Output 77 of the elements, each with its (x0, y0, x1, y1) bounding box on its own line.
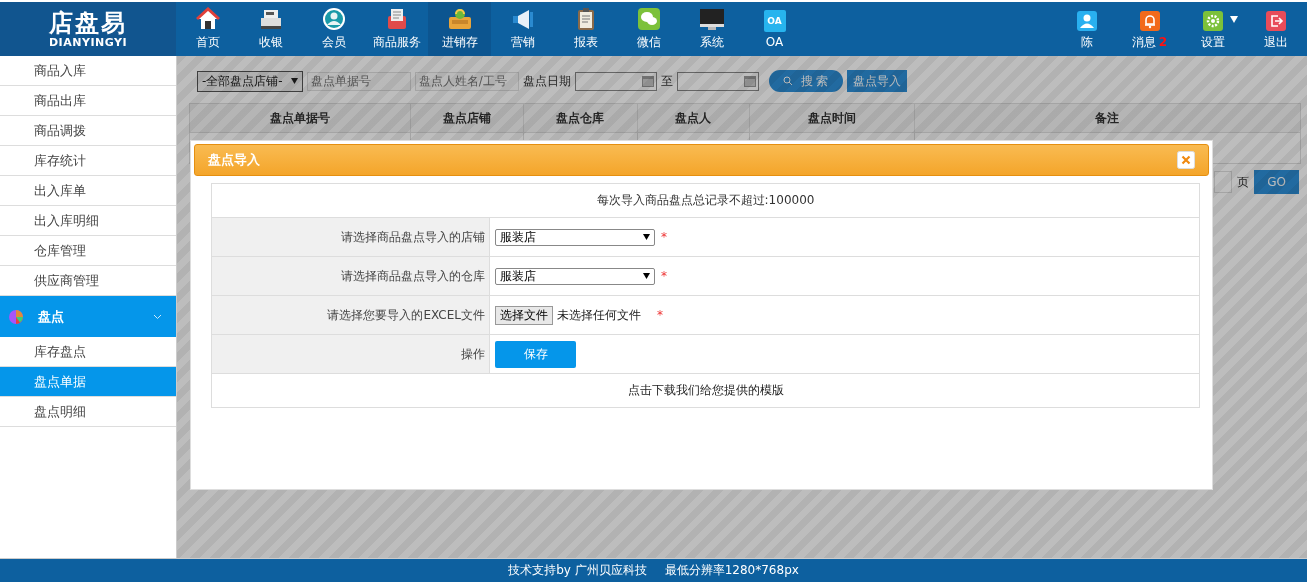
message-count: 2 (1158, 35, 1168, 49)
sidebar-item[interactable]: 库存统计 (0, 146, 176, 176)
required-mark: * (661, 229, 667, 244)
close-icon[interactable] (1177, 151, 1195, 169)
column-header: 盘点人 (637, 103, 750, 133)
house-icon (195, 7, 220, 31)
nav-tab[interactable]: OA OA (743, 2, 806, 56)
column-header: 盘点单据号 (189, 103, 411, 133)
nav-tab[interactable]: 系统 (680, 2, 743, 56)
nav-tab[interactable]: 收银 (239, 2, 302, 56)
calendar-icon (641, 75, 654, 87)
nav-tab[interactable]: 进销存 (428, 2, 491, 56)
column-header: 备注 (914, 103, 1301, 133)
select-field[interactable]: 服装店 (495, 267, 655, 285)
select-field[interactable]: 服装店 (495, 228, 655, 246)
dropdown-icon (643, 234, 650, 240)
column-header: 盘点仓库 (523, 103, 637, 133)
user-icon (1076, 11, 1097, 31)
nav-tab[interactable]: 商品服务 (365, 2, 428, 56)
nav-tab[interactable]: 微信 (617, 2, 680, 56)
resolution-text: 最低分辨率1280*768px (664, 562, 799, 579)
required-mark: * (661, 268, 667, 283)
sidebar-item[interactable]: 盘点明细 (0, 397, 176, 427)
user-menu-item[interactable]: 陈 (1055, 10, 1118, 52)
form-label: 请选择您要导入的EXCEL文件 (327, 307, 485, 322)
person-field[interactable]: 盘点人姓名/工号 (414, 71, 519, 91)
chat-icon (636, 7, 661, 31)
pie-chart-icon (8, 308, 24, 325)
form-label: 请选择商品盘点导入的仓库 (341, 268, 485, 283)
chevron-icon (153, 313, 162, 320)
store-select[interactable]: -全部盘点店铺- (197, 70, 303, 92)
megaphone-icon (510, 7, 535, 31)
start-date-field[interactable] (574, 71, 657, 91)
nav-tab[interactable]: 会员 (302, 2, 365, 56)
nav-tab[interactable]: 报表 (554, 2, 617, 56)
sidebar-item[interactable]: 出入库明细 (0, 206, 176, 236)
monitor-icon (698, 7, 725, 31)
sidebar-item[interactable]: 出入库单 (0, 176, 176, 206)
sidebar-item[interactable]: 商品出库 (0, 86, 176, 116)
required-mark: * (657, 307, 663, 322)
logo-title: 店盘易 (49, 9, 127, 36)
oa-icon: OA (763, 9, 786, 32)
column-header: 盘点店铺 (410, 103, 524, 133)
user-menu-item[interactable]: 消息 2 (1118, 10, 1181, 52)
dialog-title: 盘点导入 (208, 151, 260, 169)
sidebar-item[interactable]: 商品调拨 (0, 116, 176, 146)
search-icon (782, 76, 793, 86)
order-number-field[interactable]: 盘点单据号 (306, 71, 411, 91)
form-label: 操作 (461, 346, 485, 361)
nav-tab[interactable]: 首页 (176, 2, 239, 56)
nav-tab[interactable]: 营销 (491, 2, 554, 56)
person-icon (321, 7, 346, 31)
box-icon (446, 7, 473, 31)
logout-icon (1265, 11, 1286, 31)
calendar-icon (743, 75, 756, 87)
file-status: 未选择任何文件 (557, 307, 641, 322)
to-label: 至 (660, 72, 673, 90)
date-label: 盘点日期 (522, 72, 571, 90)
logo-subtitle: DIANYINGYI (48, 35, 128, 49)
end-date-field[interactable] (676, 71, 759, 91)
cash-register-icon (258, 7, 283, 31)
choose-file-button[interactable]: 选择文件 (495, 305, 553, 325)
user-menu-item[interactable]: 设置 (1181, 10, 1244, 52)
import-limit-notice: 每次导入商品盘点总记录不超过:100000 (596, 193, 815, 207)
page-field[interactable] (1214, 171, 1232, 193)
form-label: 请选择商品盘点导入的店铺 (341, 229, 485, 244)
sidebar-item[interactable]: 商品入库 (0, 56, 176, 86)
dropdown-icon (290, 78, 298, 84)
template-download-link[interactable]: 点击下载我们给您提供的模版 (627, 383, 784, 397)
support-text: 技术支持by 广州贝应科技 (508, 562, 647, 579)
column-header: 盘点时间 (749, 103, 915, 133)
sidebar-item[interactable]: 仓库管理 (0, 236, 176, 266)
page-label: 页 (1237, 173, 1249, 191)
bell-icon (1139, 11, 1160, 31)
dropdown-icon (643, 273, 650, 279)
settings-icon (1202, 11, 1223, 31)
user-menu-item[interactable]: 退出 (1244, 10, 1307, 52)
